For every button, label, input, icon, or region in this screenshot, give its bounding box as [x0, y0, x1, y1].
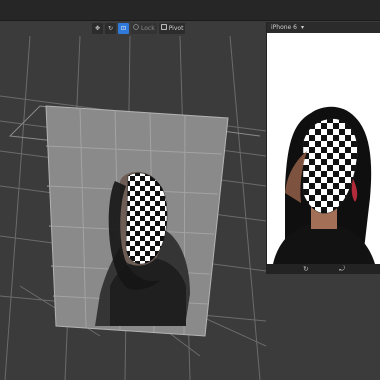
dropdown-icon: ▾ — [300, 24, 304, 31]
lock-icon — [133, 24, 139, 32]
pivot-button[interactable]: Pivot — [158, 22, 186, 34]
move-icon: ✥ — [94, 24, 101, 32]
rotate-tool-button[interactable]: ↻ — [105, 22, 116, 34]
pivot-icon — [160, 24, 167, 32]
device-selector[interactable]: iPhone 6 ▾ — [267, 22, 380, 33]
refresh-icon[interactable]: ↻ — [303, 264, 309, 274]
rotate-device-icon[interactable]: ⤾ — [339, 264, 345, 274]
frame-tool-button[interactable]: ⊡ — [118, 22, 129, 34]
title-bar — [0, 0, 380, 21]
frame-icon: ⊡ — [120, 24, 127, 32]
lock-button[interactable]: Lock — [131, 22, 157, 34]
pivot-label: Pivot — [168, 24, 184, 32]
lock-label: Lock — [141, 24, 155, 32]
3d-viewport[interactable] — [0, 36, 266, 380]
device-preview-panel: iPhone 6 ▾ ↻ ⤾ — [266, 22, 380, 274]
rotate-icon: ↻ — [107, 24, 114, 32]
device-preview-image — [267, 33, 380, 264]
transform-toolbar: ✥ ↻ ⊡ Lock Pivot — [92, 22, 186, 34]
device-name: iPhone 6 — [271, 24, 297, 31]
move-tool-button[interactable]: ✥ — [92, 22, 103, 34]
app-window: ✥ ↻ ⊡ Lock Pivot iPhone 6 ▾ ↻ ⤾ — [0, 0, 380, 380]
device-footer: ↻ ⤾ — [267, 264, 380, 274]
